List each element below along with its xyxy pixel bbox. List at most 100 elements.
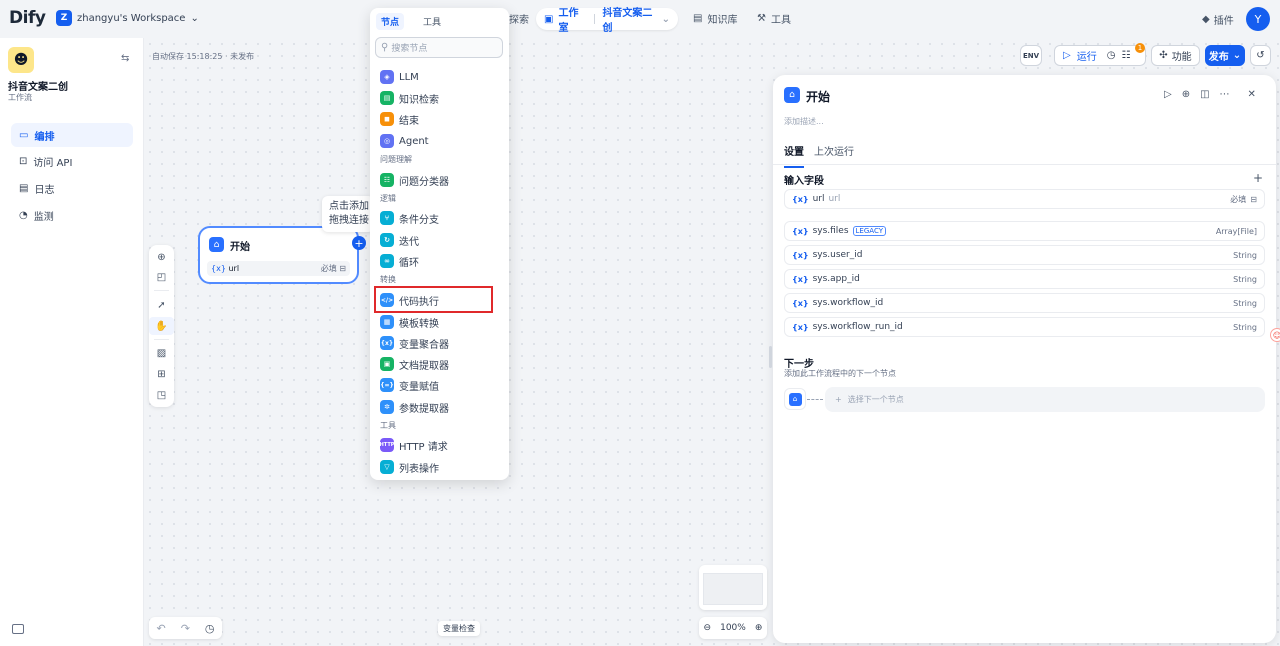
nav-knowledge-label: 知识库 <box>707 15 738 26</box>
panel-title[interactable]: 开始 <box>806 88 830 105</box>
plugins-button[interactable]: ◆ 插件 <box>1202 12 1234 27</box>
workspace-switcher[interactable]: Z zhangyu's Workspace ⌄ <box>56 10 199 26</box>
minimap[interactable] <box>699 565 767 610</box>
nav-explore[interactable]: 探索 <box>509 11 529 26</box>
node-item-parameter-extractor[interactable]: ✲ 参数提取器 <box>380 398 449 416</box>
node-item-iteration[interactable]: ↻ 迭代 <box>380 231 419 249</box>
assigner-icon: {=} <box>380 378 394 392</box>
sidebar-item-monitor[interactable]: ◔ 监测 <box>11 203 133 227</box>
node-item-agent[interactable]: ◎ Agent <box>380 132 429 150</box>
panel-resize-handle[interactable] <box>769 346 772 368</box>
description-input[interactable]: 添加描述... <box>784 116 824 127</box>
sidebar-item-logs[interactable]: ▤ 日志 <box>11 176 133 200</box>
swap-icon[interactable]: ⇆ <box>121 53 129 64</box>
hand-icon[interactable]: ✋ <box>149 317 174 335</box>
node-item-variable-aggregator[interactable]: {x} 变量聚合器 <box>380 334 449 352</box>
minimap-viewport <box>703 573 763 605</box>
node-item-code[interactable]: </> 代码执行 <box>380 291 439 309</box>
collapse-sidebar-icon[interactable] <box>12 624 24 634</box>
more-icon[interactable]: ⋯ <box>1220 89 1230 100</box>
nav-studio-label: 工作室 <box>558 8 579 34</box>
version-history-button[interactable]: ↺ <box>1250 45 1271 66</box>
split-view-icon[interactable]: ◫ <box>1200 89 1209 100</box>
template-icon: ▦ <box>380 315 394 329</box>
panel-actions: ▷ ⊕ ◫ ⋯ ✕ <box>1164 89 1256 100</box>
var-row-sys-app-id: {x} sys.app_id String <box>784 269 1265 289</box>
run-button[interactable]: 运行 <box>1077 48 1097 63</box>
node-search-input[interactable] <box>391 42 492 53</box>
play-icon[interactable]: ▷ <box>1164 89 1172 100</box>
node-item-doc-extractor[interactable]: ▣ 文档提取器 <box>380 355 449 373</box>
features-button[interactable]: ✣ 功能 <box>1151 45 1200 66</box>
variable-inspect-button[interactable]: 变量检查 <box>438 621 480 636</box>
organize-icon[interactable]: ⊞ <box>149 365 174 383</box>
nav-knowledge[interactable]: ▤ 知识库 <box>693 11 737 26</box>
var-row-url[interactable]: {x} url url 必填 ⊟ <box>784 189 1265 209</box>
zoom-level[interactable]: 100% <box>720 623 746 633</box>
node-item-if-else[interactable]: ⑂ 条件分支 <box>380 209 439 227</box>
floating-helper-icon[interactable]: ☺ <box>1270 328 1280 342</box>
node-item-http[interactable]: HTTP HTTP 请求 <box>380 436 448 454</box>
close-icon[interactable]: ✕ <box>1248 89 1256 100</box>
checklist-icon[interactable]: ☷ <box>1121 50 1130 61</box>
var-row-sys-workflow-run-id: {x} sys.workflow_run_id String <box>784 317 1265 337</box>
chevron-down-icon: ⌄ <box>661 13 670 25</box>
node-item-label: 模板转换 <box>399 318 439 330</box>
nav-app-label[interactable]: 抖音文案二创 <box>602 4 656 34</box>
pointer-icon[interactable]: ➚ <box>149 296 174 314</box>
nav-tools[interactable]: ⚒ 工具 <box>757 11 791 26</box>
zoom-in-icon[interactable]: ⊕ <box>755 623 763 633</box>
target-icon[interactable]: ⊕ <box>1182 89 1190 100</box>
tab-nodes[interactable]: 节点 <box>376 13 405 30</box>
sidebar-item-label: 日志 <box>34 184 55 196</box>
agent-icon: ◎ <box>380 134 394 148</box>
add-field-icon[interactable]: + <box>1253 171 1263 185</box>
sidebar-item-orchestrate[interactable]: ▭ 编排 <box>11 123 133 147</box>
zoom-out-icon[interactable]: ⊖ <box>704 623 712 633</box>
start-node[interactable]: ⌂ 开始 {x} url 必填 ⊟ <box>198 226 359 284</box>
node-item-knowledge-retrieval[interactable]: ▤ 知识检索 <box>380 89 439 107</box>
node-item-end[interactable]: ◼ 结束 <box>380 110 419 128</box>
list-icon: ▽ <box>380 460 394 474</box>
node-item-loop[interactable]: ∞ 循环 <box>380 252 419 270</box>
node-item-llm[interactable]: ◈ LLM <box>380 68 419 86</box>
loop-icon: ∞ <box>380 254 394 268</box>
http-icon: HTTP <box>380 438 394 452</box>
add-node-icon[interactable]: ⊕ <box>149 248 174 266</box>
aggregator-icon: {x} <box>380 336 394 350</box>
log-icon: ▤ <box>19 182 29 194</box>
start-node-var: url <box>228 264 240 273</box>
node-item-variable-assigner[interactable]: {=} 变量赋值 <box>380 376 439 394</box>
nav-explore-label: 探索 <box>509 15 529 26</box>
history-icon[interactable]: ◷ <box>205 622 215 635</box>
node-item-question-classifier[interactable]: ☷ 问题分类器 <box>380 171 449 189</box>
history-icon[interactable]: ◷ <box>1107 50 1116 61</box>
sidebar-item-api[interactable]: ⊡ 访问 API <box>11 149 133 173</box>
avatar[interactable]: Y <box>1246 7 1270 31</box>
node-item-template[interactable]: ▦ 模板转换 <box>380 313 439 331</box>
env-button[interactable]: ENV <box>1020 45 1042 66</box>
tab-last-run[interactable]: 上次运行 <box>814 143 854 166</box>
nav-studio[interactable]: ▣ 工作室 抖音文案二创 ⌄ <box>536 8 678 34</box>
add-next-node-button[interactable]: + <box>352 236 366 250</box>
redo-icon[interactable]: ↷ <box>181 622 190 635</box>
category-understanding: 问题理解 <box>380 155 412 164</box>
start-node-var-row: {x} url 必填 ⊟ <box>207 261 350 276</box>
workspace-badge: Z <box>56 10 72 26</box>
tooltip-line-2: 拖拽连接 <box>329 215 369 226</box>
node-item-label: LLM <box>399 71 419 83</box>
start-node-title: 开始 <box>230 242 250 253</box>
image-export-icon[interactable]: ▨ <box>149 344 174 362</box>
tab-tools[interactable]: 工具 <box>418 13 446 30</box>
canvas-toolbar: ⊕ ◰ ➚ ✋ ▨ ⊞ ◳ <box>149 245 174 407</box>
plus-icon: + <box>835 395 842 404</box>
minimap-toggle-icon[interactable]: ◳ <box>149 386 174 404</box>
select-next-node-button[interactable]: + 选择下一个节点 <box>825 387 1265 412</box>
node-item-list-operator[interactable]: ▽ 列表操作 <box>380 458 439 476</box>
dify-logo[interactable]: Dify <box>9 8 46 28</box>
publish-button[interactable]: 发布 ⌄ <box>1205 45 1245 66</box>
node-item-label: 结束 <box>399 115 419 127</box>
play-icon[interactable]: ▷ <box>1063 50 1071 61</box>
add-note-icon[interactable]: ◰ <box>149 268 174 286</box>
undo-icon[interactable]: ↶ <box>156 622 165 635</box>
